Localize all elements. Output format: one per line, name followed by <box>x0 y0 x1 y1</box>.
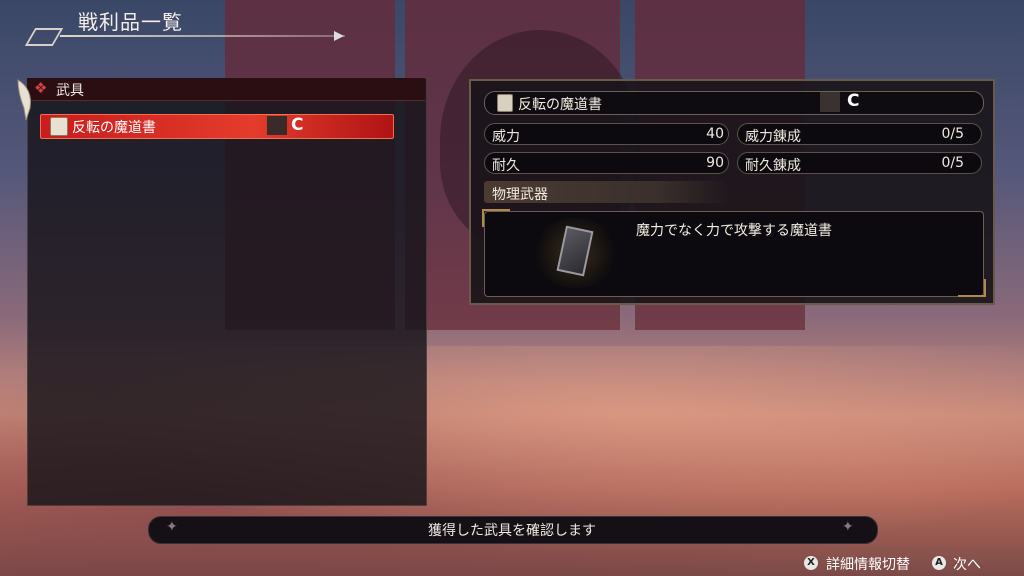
arrow-tip-icon <box>334 31 344 41</box>
list-item-name: 反転の魔道書 <box>72 120 156 136</box>
category-header <box>27 78 425 101</box>
hint-text: 獲得した武具を確認します <box>428 523 596 539</box>
rank-c-icon: C <box>847 91 860 111</box>
category-weapon-icon: ❖ <box>34 79 48 97</box>
detail-item-name: 反転の魔道書 <box>518 97 602 113</box>
title-underline <box>60 35 345 37</box>
category-label: 武具 <box>56 83 84 99</box>
page-title: 戦利品一覧 <box>78 10 183 34</box>
stat-label: 耐久 <box>492 158 520 174</box>
stat-label: 威力 <box>492 129 520 145</box>
next-label: 次へ <box>953 557 981 573</box>
toggle-details-label: 詳細情報切替 <box>826 557 910 573</box>
stat-value: 40 <box>706 126 724 142</box>
item-slot-box <box>820 92 840 112</box>
loot-list-panel <box>27 78 427 506</box>
ornament-corner-icon <box>482 209 510 227</box>
item-slot-box <box>267 116 287 135</box>
stat-label: 威力錬成 <box>745 129 801 145</box>
title-diamond-icon <box>24 28 64 46</box>
x-button-icon[interactable]: X <box>804 556 818 570</box>
weapon-type-label: 物理武器 <box>492 187 548 203</box>
stat-label: 耐久錬成 <box>745 158 801 174</box>
a-button-icon[interactable]: A <box>932 556 946 570</box>
item-description: 魔力でなく力で攻撃する魔道書 <box>636 223 832 239</box>
quill-icon <box>17 79 31 121</box>
ornament-corner-icon <box>958 279 986 297</box>
tome-icon <box>497 94 513 112</box>
rank-c-icon: C <box>291 115 304 135</box>
tome-icon <box>50 117 68 136</box>
stat-value: 0/5 <box>941 155 964 171</box>
stat-value: 90 <box>706 155 724 171</box>
stat-value: 0/5 <box>941 126 964 142</box>
